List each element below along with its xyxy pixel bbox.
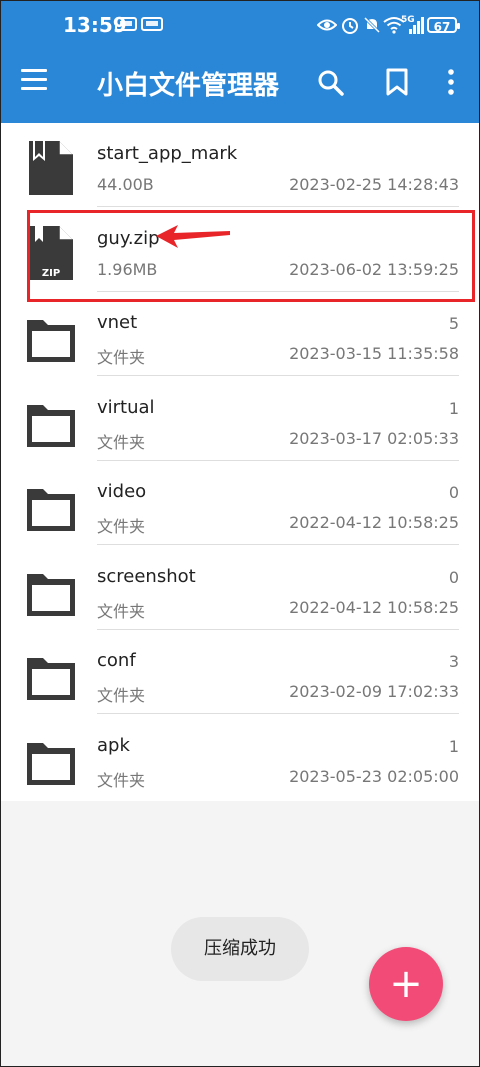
folder-row[interactable]: virtual 文件夹 1 2023-03-17 02:05:33: [1, 377, 479, 461]
modified-date: 2023-03-15 11:35:58: [289, 344, 459, 363]
notification-app-icon: [115, 17, 137, 31]
eye-icon: [317, 19, 337, 31]
item-count: 3: [448, 652, 459, 671]
alarm-icon: [342, 18, 358, 34]
app-toolbar: 小白文件管理器: [1, 47, 479, 123]
folder-type: 文件夹: [97, 771, 146, 790]
item-count: 0: [448, 483, 459, 502]
folder-icon: [27, 405, 75, 447]
folder-row[interactable]: video 文件夹 0 2022-04-12 10:58:25: [1, 461, 479, 545]
folder-type: 文件夹: [97, 433, 146, 452]
folder-name: vnet: [97, 312, 138, 333]
item-count: 5: [448, 314, 459, 333]
folder-row[interactable]: apk 文件夹 1 2023-05-23 02:05:00: [1, 715, 479, 799]
item-count: 1: [448, 737, 459, 756]
menu-button[interactable]: [21, 69, 49, 93]
file-icon: [29, 141, 73, 195]
annotation-highlight-box: [27, 210, 475, 302]
file-row[interactable]: start_app_mark 44.00B 2023-02-25 14:28:4…: [1, 123, 479, 207]
notification-app-icon: [141, 17, 163, 31]
add-button[interactable]: +: [369, 947, 443, 1021]
mute-bell-icon: [363, 16, 381, 34]
folder-type: 文件夹: [97, 686, 146, 705]
folder-name: conf: [97, 650, 136, 671]
divider: [97, 375, 459, 376]
folder-name: video: [97, 481, 147, 502]
app-window: 13:59 5G 67 小白文件管理器 start_app_mark 44.00…: [0, 0, 480, 1067]
modified-date: 2023-03-17 02:05:33: [289, 429, 459, 448]
signal-strength-icon: [409, 17, 424, 34]
bookmark-icon[interactable]: [383, 67, 411, 97]
folder-type: 文件夹: [97, 517, 146, 536]
folder-type: 文件夹: [97, 602, 146, 621]
battery-indicator: 67: [427, 17, 460, 34]
divider: [97, 544, 459, 545]
divider: [97, 713, 459, 714]
folder-name: apk: [97, 735, 130, 756]
modified-date: 2022-04-12 10:58:25: [289, 598, 459, 617]
item-count: 1: [448, 399, 459, 418]
folder-icon: [27, 574, 75, 616]
folder-icon: [27, 743, 75, 785]
file-name: start_app_mark: [97, 143, 238, 164]
folder-icon: [27, 658, 75, 700]
modified-date: 2023-02-09 17:02:33: [289, 682, 459, 701]
file-size: 44.00B: [97, 175, 154, 194]
folder-row[interactable]: conf 文件夹 3 2023-02-09 17:02:33: [1, 630, 479, 714]
modified-date: 2022-04-12 10:58:25: [289, 513, 459, 532]
divider: [97, 206, 459, 207]
folder-row[interactable]: vnet 文件夹 5 2023-03-15 11:35:58: [1, 292, 479, 376]
toast-message: 压缩成功: [171, 917, 309, 981]
item-count: 0: [448, 568, 459, 587]
search-icon[interactable]: [317, 69, 345, 97]
folder-name: screenshot: [97, 566, 196, 587]
folder-name: virtual: [97, 397, 155, 418]
app-title: 小白文件管理器: [97, 71, 280, 101]
more-options-icon[interactable]: [441, 67, 461, 97]
folder-icon: [27, 320, 75, 362]
folder-row[interactable]: screenshot 文件夹 0 2022-04-12 10:58:25: [1, 546, 479, 630]
modified-date: 2023-02-25 14:28:43: [289, 175, 459, 194]
modified-date: 2023-05-23 02:05:00: [289, 767, 459, 786]
folder-type: 文件夹: [97, 348, 146, 367]
annotation-arrow-icon: [156, 225, 230, 248]
folder-icon: [27, 489, 75, 531]
status-bar: 13:59 5G 67: [1, 1, 479, 47]
